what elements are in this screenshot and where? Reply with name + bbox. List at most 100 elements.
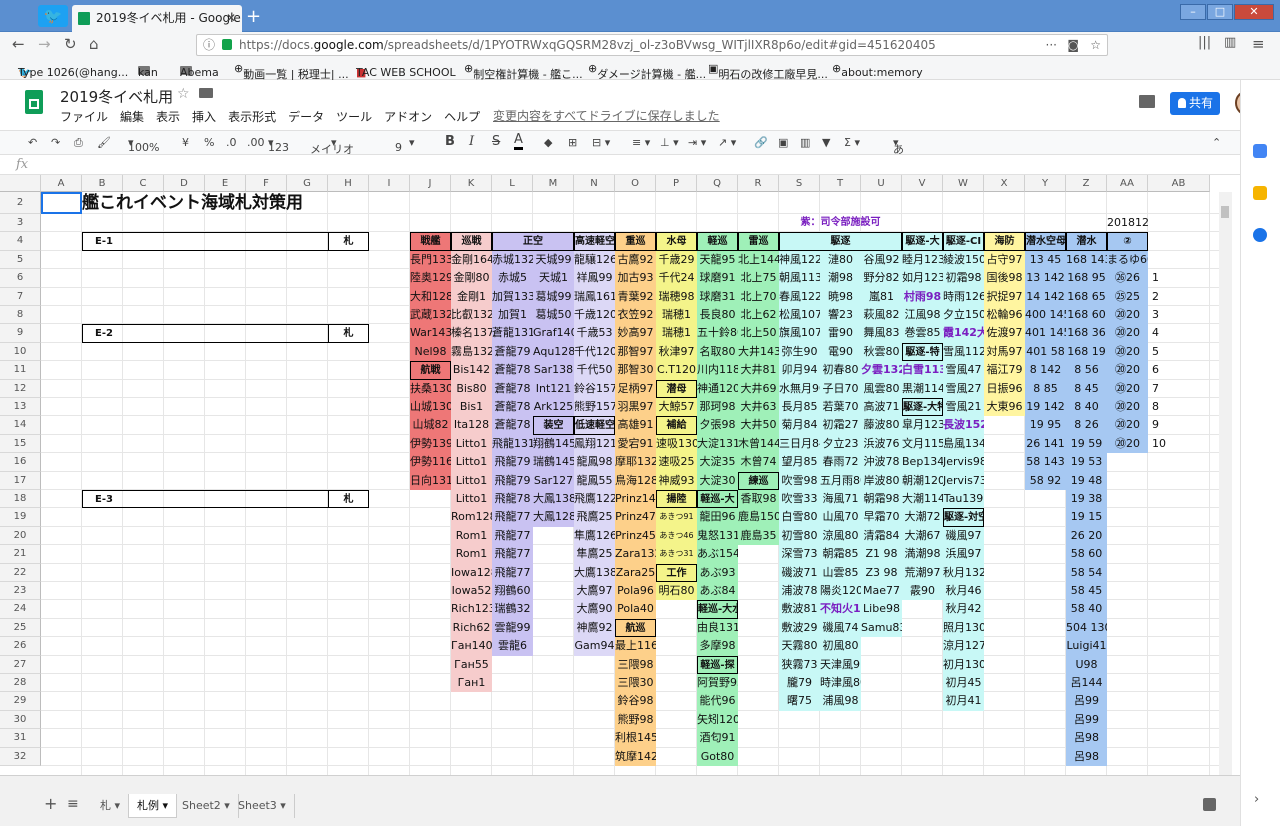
row-header[interactable]: 20 <box>0 526 41 546</box>
table-cell[interactable]: 日向131 <box>410 471 451 490</box>
table-cell[interactable]: Litto1 <box>451 471 492 490</box>
bold-button[interactable]: B <box>445 134 455 149</box>
table-cell[interactable]: 深雪73 <box>779 545 820 564</box>
table-cell[interactable]: 朝霜98 <box>861 490 902 509</box>
table-cell[interactable]: Sar127 <box>533 471 574 490</box>
table-cell[interactable]: 那智97 <box>615 342 656 362</box>
table-cell[interactable]: 168 19 <box>1066 342 1107 362</box>
table-cell[interactable]: 嵐81 <box>861 287 902 306</box>
table-cell[interactable]: 蒼龍78 <box>492 379 533 398</box>
table-cell[interactable]: Rom1 <box>451 545 492 564</box>
table-cell[interactable]: 雪風47 <box>943 361 984 380</box>
table-cell[interactable]: 蒼龍78 <box>492 398 533 417</box>
table-cell[interactable]: 401 145 <box>1025 324 1066 343</box>
category-header[interactable]: 水母 <box>656 232 697 251</box>
table-cell[interactable]: 磯波71 <box>779 563 820 582</box>
row-header[interactable]: 2 <box>0 192 41 214</box>
table-cell[interactable]: 福江79 <box>984 361 1025 380</box>
table-cell[interactable]: 利根145 <box>615 729 656 748</box>
table-cell[interactable]: 瑞鶴145 <box>533 453 574 472</box>
table-cell[interactable]: Prinz45 <box>615 526 656 546</box>
table-cell[interactable]: Litto1 <box>451 490 492 509</box>
table-cell[interactable]: ⑳20 <box>1107 306 1148 325</box>
add-sheet-icon[interactable]: + <box>44 794 57 813</box>
row-header[interactable]: 17 <box>0 471 41 490</box>
row-header[interactable]: 22 <box>0 563 41 582</box>
table-cell[interactable]: 58 45 <box>1066 582 1107 601</box>
table-cell[interactable]: 岸波80 <box>861 471 902 490</box>
menu-file[interactable]: ファイル <box>60 110 108 124</box>
table-cell[interactable]: まるゆ60 <box>1107 250 1148 270</box>
category-label[interactable]: 駆逐-特 <box>902 342 943 362</box>
area-label[interactable]: 札 <box>328 324 369 343</box>
table-cell[interactable]: 島風134 <box>943 434 984 454</box>
table-cell[interactable]: 大鳳128 <box>533 508 574 527</box>
column-header[interactable]: O <box>615 175 656 192</box>
table-cell[interactable]: 足柄97 <box>615 379 656 398</box>
table-cell[interactable]: 瑞鶴32 <box>492 600 533 619</box>
menu-help[interactable]: ヘルプ <box>444 110 480 124</box>
table-cell[interactable]: ⑳20 <box>1107 361 1148 380</box>
category-label[interactable]: 軽巡-探 <box>697 655 738 674</box>
table-cell[interactable]: 初春80 <box>820 361 861 380</box>
table-cell[interactable]: 龍田96 <box>697 508 738 527</box>
table-cell[interactable]: 漣80 <box>820 250 861 270</box>
insert-link-icon[interactable]: 🔗 <box>754 136 768 149</box>
table-cell[interactable]: 蒼龍78 <box>492 361 533 380</box>
table-cell[interactable]: 多摩98 <box>697 637 738 656</box>
category-header[interactable]: 駆逐-大 <box>902 232 943 251</box>
table-cell[interactable]: 朧79 <box>779 674 820 693</box>
back-icon[interactable]: ← <box>12 35 25 53</box>
table-cell[interactable]: Iowa52 <box>451 582 492 601</box>
table-cell[interactable]: 浦風98 <box>820 692 861 711</box>
table-cell[interactable]: 雪風112 <box>943 342 984 362</box>
column-header[interactable]: I <box>369 175 410 192</box>
category-label[interactable]: 航巡 <box>615 618 656 638</box>
table-cell[interactable]: 呂98 <box>1066 747 1107 766</box>
table-cell[interactable]: 萩風82 <box>861 306 902 325</box>
italic-button[interactable]: I <box>469 134 474 149</box>
table-cell[interactable]: Zara132 <box>615 545 656 564</box>
table-cell[interactable]: 時雨126 <box>943 287 984 306</box>
table-cell[interactable]: 瑞穂1 <box>656 324 697 343</box>
table-cell[interactable]: 白雪113 <box>902 361 943 380</box>
url-bar[interactable]: ⓘ https://docs.google.com/spreadsheets/d… <box>196 34 1108 56</box>
table-cell[interactable]: 神威93 <box>656 471 697 490</box>
table-cell[interactable]: 北上62 <box>738 306 779 325</box>
table-cell[interactable]: 雪風21 <box>943 398 984 417</box>
currency-button[interactable]: ¥ <box>182 136 189 149</box>
table-cell[interactable]: ⑳20 <box>1107 379 1148 398</box>
table-cell[interactable]: 9 <box>1148 416 1210 434</box>
undo-icon[interactable]: ↶ <box>28 136 37 149</box>
table-cell[interactable]: 龍驤126 <box>574 250 615 270</box>
table-cell[interactable]: 三隈30 <box>615 674 656 693</box>
table-cell[interactable]: 龍鳳98 <box>574 453 615 472</box>
table-cell[interactable]: 望月85 <box>779 453 820 472</box>
table-cell[interactable]: Bis1 <box>451 398 492 417</box>
table-cell[interactable]: 翔鶴145 <box>533 434 574 454</box>
table-cell[interactable]: 酒匂91 <box>697 729 738 748</box>
menu-edit[interactable]: 編集 <box>120 110 144 124</box>
category-label[interactable]: 航戦 <box>410 361 451 380</box>
bookmark-item[interactable]: ▣ 明石の改修工廠早見... <box>708 62 828 81</box>
borders-icon[interactable]: ⊞ <box>568 136 577 149</box>
maximize-button[interactable]: □ <box>1207 4 1233 20</box>
column-header[interactable]: J <box>410 175 451 192</box>
font-select[interactable]: メイリオ ▾ <box>310 136 354 156</box>
table-cell[interactable]: 村雨98 <box>902 287 943 306</box>
table-cell[interactable]: 千代24 <box>656 269 697 288</box>
table-cell[interactable]: 金剛164 <box>451 250 492 270</box>
table-cell[interactable]: Pola40 <box>615 600 656 619</box>
table-cell[interactable]: 加古93 <box>615 269 656 288</box>
category-label[interactable]: 補給 <box>656 416 697 435</box>
select-all-corner[interactable] <box>0 175 41 192</box>
table-cell[interactable]: 照月130 <box>943 618 984 638</box>
table-cell[interactable]: 夕雲132 <box>861 361 902 380</box>
row-header[interactable]: 24 <box>0 600 41 619</box>
menu-icon[interactable]: ≡ <box>1252 35 1265 53</box>
table-cell[interactable]: 蒼龍79 <box>492 342 533 362</box>
table-cell[interactable]: 荒潮97 <box>902 563 943 582</box>
table-cell[interactable]: Bis142 <box>451 361 492 380</box>
table-cell[interactable]: Prinz47 <box>615 508 656 527</box>
table-cell[interactable]: 巻雲85 <box>902 324 943 343</box>
